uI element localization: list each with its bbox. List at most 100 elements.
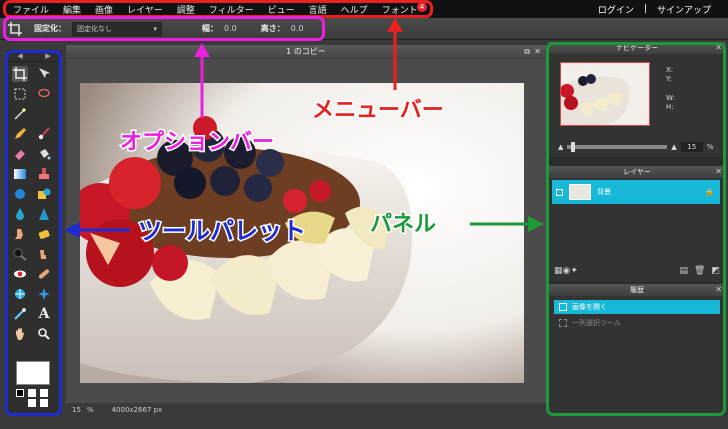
hand-tool-icon[interactable] xyxy=(12,326,28,342)
menu-help[interactable]: ヘルプ xyxy=(334,3,375,16)
zoom-tool-icon[interactable] xyxy=(36,326,52,342)
smudge-tool-icon[interactable] xyxy=(12,226,28,242)
zoom-in-icon[interactable]: ▲ xyxy=(671,143,676,151)
login-separator: | xyxy=(643,4,647,14)
burn-tool-icon[interactable] xyxy=(36,246,52,262)
signup-link[interactable]: サインアップ xyxy=(652,3,716,16)
layer-properties-icon[interactable]: ▦ xyxy=(554,266,563,276)
sponge-tool-icon[interactable] xyxy=(36,226,52,242)
blur-tool-icon[interactable] xyxy=(12,206,28,222)
tool-palette: ◀ ▶ A xyxy=(6,50,62,415)
layer-styles-icon[interactable]: ✦ xyxy=(570,266,578,276)
drawing-tool-icon[interactable] xyxy=(36,186,52,202)
clone-stamp-tool-icon[interactable] xyxy=(36,166,52,182)
image-size: 4000x2667 px xyxy=(111,406,163,414)
menu-view[interactable]: ビュー xyxy=(261,3,302,16)
swatch-bl[interactable] xyxy=(28,399,36,407)
menu-filter[interactable]: フィルター xyxy=(202,3,261,16)
gradient-tool-icon[interactable] xyxy=(12,166,28,182)
constrain-select[interactable]: 固定化なし ▾ xyxy=(72,21,162,36)
zoom-slider-handle[interactable] xyxy=(571,142,576,152)
magic-wand-tool-icon[interactable] xyxy=(12,106,28,122)
menu-file[interactable]: ファイル xyxy=(6,3,56,16)
visibility-checkbox[interactable] xyxy=(556,188,563,196)
x-label: X: xyxy=(666,66,674,74)
constrain-label: 固定化： xyxy=(34,24,66,33)
navigator-zoom-row: ▲ ▲ 15 % xyxy=(558,142,718,152)
blank-tool-slot xyxy=(36,106,52,122)
swatch-tl[interactable] xyxy=(16,389,24,397)
red-eye-tool-icon[interactable] xyxy=(12,266,28,282)
swatch-br[interactable] xyxy=(40,399,48,407)
history-item[interactable]: 画像を開く xyxy=(554,300,720,314)
menu-edit[interactable]: 編集 xyxy=(56,3,88,16)
history-titlebar[interactable]: 履歴 ✕ xyxy=(548,284,726,296)
h-label: H: xyxy=(666,103,674,111)
pinch-tool-icon[interactable] xyxy=(36,286,52,302)
bloat-tool-icon[interactable] xyxy=(12,286,28,302)
width-label: 幅： xyxy=(202,24,218,33)
foreground-color-swatch[interactable] xyxy=(16,361,50,385)
layer-mask-icon[interactable]: ◉ xyxy=(563,266,571,276)
menu-layer[interactable]: レイヤー xyxy=(120,3,170,16)
history-item[interactable]: 一列選択ツール xyxy=(554,316,720,330)
dodge-tool-icon[interactable] xyxy=(12,246,28,262)
navigator-coords: X: Y: W: H: xyxy=(666,66,675,112)
navigator-zoom-input[interactable]: 15 xyxy=(680,142,703,152)
maximize-icon[interactable]: ⧉ xyxy=(524,45,530,59)
text-tool-icon[interactable]: A xyxy=(36,306,52,322)
layers-title: レイヤー xyxy=(623,168,651,176)
brush-tool-icon[interactable] xyxy=(36,126,52,142)
navigator-thumbnail[interactable] xyxy=(560,62,650,126)
move-tool-icon[interactable] xyxy=(36,66,52,82)
spot-heal-tool-icon[interactable] xyxy=(36,266,52,282)
close-icon[interactable]: ✕ xyxy=(534,45,541,59)
menu-language[interactable]: 言語 xyxy=(302,3,334,16)
navigator-titlebar[interactable]: ナビゲーター ✕ xyxy=(548,42,726,54)
layers-panel: レイヤー ✕ 背景 🔒 ▦ ◉ ✦ ▤ 🗑 ◩ xyxy=(548,166,726,282)
layer-name: 背景 xyxy=(597,188,611,196)
layer-row[interactable]: 背景 🔒 xyxy=(552,180,720,204)
height-input[interactable]: 0.0 xyxy=(291,24,304,33)
color-replace-tool-icon[interactable] xyxy=(12,186,28,202)
swatch-tr[interactable] xyxy=(28,389,36,397)
menu-bar: ファイル 編集 画像 レイヤー 調整 フィルター ビュー 言語 ヘルプ フォント… xyxy=(0,0,728,18)
menu-adjust[interactable]: 調整 xyxy=(170,3,202,16)
w-label: W: xyxy=(666,94,675,102)
zoom-value[interactable]: 15 xyxy=(72,406,81,414)
crop-tool-icon[interactable] xyxy=(12,66,28,82)
lasso-tool-icon[interactable] xyxy=(36,86,52,102)
arrow-right-icon[interactable]: ▶ xyxy=(45,52,50,60)
options-bar: 固定化： 固定化なし ▾ 幅： 0.0 高さ： 0.0 xyxy=(0,18,728,40)
layers-titlebar[interactable]: レイヤー ✕ xyxy=(548,166,726,178)
zoom-unit: % xyxy=(86,406,94,414)
navigator-title: ナビゲーター xyxy=(616,44,658,52)
zoom-slider[interactable] xyxy=(567,142,668,152)
image-window-titlebar[interactable]: 1 のコピー ⧉ ✕ xyxy=(66,45,546,59)
image-window-title: 1 のコピー xyxy=(286,47,326,56)
pencil-tool-icon[interactable] xyxy=(12,126,28,142)
merge-layer-icon[interactable]: ◩ xyxy=(711,266,720,276)
chevron-down-icon: ▾ xyxy=(153,24,157,33)
height-label: 高さ： xyxy=(260,24,285,33)
zoom-out-icon[interactable]: ▲ xyxy=(558,143,563,151)
history-item-label: 一列選択ツール xyxy=(572,319,621,327)
new-layer-icon[interactable]: ▤ xyxy=(680,266,689,276)
arrow-left-icon[interactable]: ◀ xyxy=(17,52,22,60)
close-icon[interactable]: ✕ xyxy=(715,284,722,296)
close-icon[interactable]: ✕ xyxy=(715,42,722,54)
close-icon[interactable]: ✕ xyxy=(715,166,722,178)
marquee-tool-icon[interactable] xyxy=(12,86,28,102)
sharpen-tool-icon[interactable] xyxy=(36,206,52,222)
color-picker-tool-icon[interactable] xyxy=(12,306,28,322)
menu-image[interactable]: 画像 xyxy=(88,3,120,16)
image-status-bar: 15 % 4000x2667 px xyxy=(66,403,546,417)
swatch-mr[interactable] xyxy=(40,389,48,397)
paint-bucket-tool-icon[interactable] xyxy=(36,146,52,162)
delete-layer-icon[interactable]: 🗑 xyxy=(694,266,705,276)
eraser-tool-icon[interactable] xyxy=(12,146,28,162)
toolpalette-annotation: ツールパレット xyxy=(137,216,308,247)
history-title: 履歴 xyxy=(630,286,644,294)
login-link[interactable]: ログイン xyxy=(593,3,639,16)
width-input[interactable]: 0.0 xyxy=(224,24,237,33)
